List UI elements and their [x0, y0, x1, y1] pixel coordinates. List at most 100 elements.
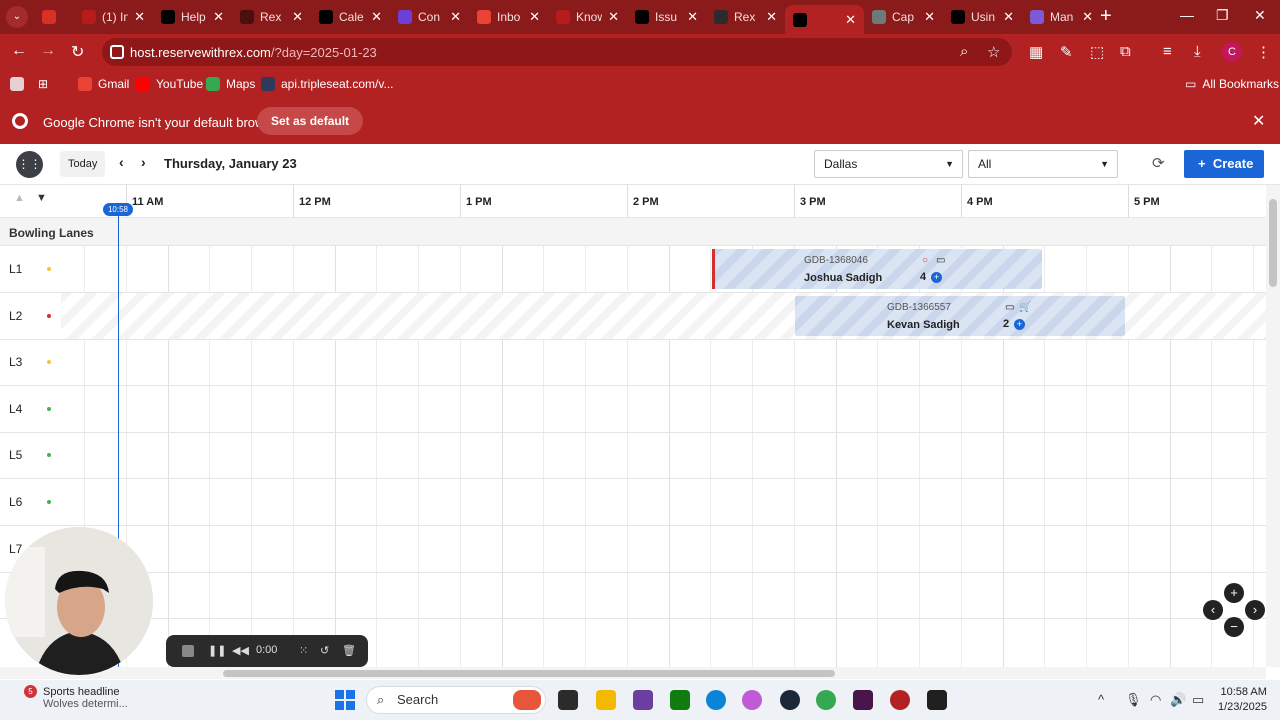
tray-chevron-icon[interactable]: ^ [1098, 692, 1104, 707]
collapse-down-icon[interactable]: ▼ [36, 192, 47, 204]
close-tab-icon[interactable]: ✕ [608, 9, 619, 25]
bookmark-item[interactable]: YouTube [136, 77, 203, 91]
browser-tab[interactable]: Help ✕ [153, 5, 232, 29]
file-explorer-icon[interactable] [596, 690, 616, 710]
lane-row[interactable]: L6 [0, 479, 1266, 526]
next-day-icon[interactable]: › [141, 154, 146, 170]
site-info-icon[interactable] [110, 45, 124, 59]
zoom-in-icon[interactable]: + [1224, 583, 1244, 603]
zoom-out-icon[interactable]: − [1224, 617, 1244, 637]
terminal-icon[interactable] [558, 690, 578, 710]
add-guest-icon[interactable]: + [1014, 318, 1025, 330]
steam-icon[interactable] [780, 690, 800, 710]
back-icon[interactable]: ← [11, 42, 27, 60]
today-button[interactable]: Today [60, 151, 106, 177]
bookmark-item[interactable]: Maps [206, 77, 255, 91]
close-infobar-icon[interactable]: ✕ [1252, 111, 1265, 131]
browser-tab[interactable]: Con ✕ [390, 5, 469, 29]
extensions-icon[interactable]: ⧉ [1120, 43, 1131, 60]
create-button[interactable]: + Create [1184, 150, 1264, 178]
chrome-icon[interactable] [816, 690, 836, 710]
bookmark-item[interactable]: api.tripleseat.com/v... [261, 77, 394, 91]
new-tab-button[interactable]: + [1100, 6, 1112, 26]
close-tab-icon[interactable]: ✕ [845, 12, 856, 28]
browser-tab[interactable]: ✕ [785, 5, 864, 34]
scroll-right-icon[interactable]: › [1245, 600, 1265, 620]
prev-day-icon[interactable]: ‹ [119, 154, 124, 170]
booking-card[interactable]: GDB-1366557 Kevan Sadigh 2 + ▭ 🛒 [795, 295, 1125, 336]
add-guest-icon[interactable]: + [931, 272, 942, 283]
browser-tab[interactable]: Rex ✕ [232, 5, 311, 29]
horizontal-scroll-thumb[interactable] [223, 670, 835, 677]
close-tab-icon[interactable]: ✕ [450, 9, 461, 25]
lane-row[interactable]: L7 [0, 526, 1266, 573]
volume-icon[interactable]: 🔊 [1170, 692, 1186, 708]
start-button[interactable] [335, 690, 355, 710]
close-tab-icon[interactable]: ✕ [766, 9, 777, 25]
close-tab-icon[interactable]: ✕ [134, 9, 145, 25]
browser-tab[interactable]: Know ✕ [548, 5, 627, 29]
stop-record-icon[interactable] [182, 645, 194, 657]
lane-row[interactable]: L3 [0, 339, 1266, 387]
set-default-button[interactable]: Set as default [257, 107, 364, 135]
screenshot-icon[interactable]: ⬚ [1090, 43, 1104, 61]
extension-grid-icon[interactable]: ▦ [1029, 43, 1043, 61]
edge-icon[interactable] [706, 690, 726, 710]
lane-row[interactable]: L4 [0, 386, 1266, 433]
lane-row[interactable]: L1 [0, 246, 1266, 293]
filter-select[interactable]: All ▼ [968, 150, 1118, 178]
vertical-scroll-thumb[interactable] [1269, 199, 1277, 287]
menu-kebab-icon[interactable]: ⋮ [1256, 43, 1271, 61]
restore-icon[interactable]: ❐ [1216, 7, 1229, 24]
refresh-icon[interactable]: ⟳ [1152, 154, 1165, 172]
slack-icon[interactable] [853, 690, 873, 710]
collapse-up-icon[interactable]: ▲ [14, 192, 25, 204]
app-icon[interactable] [927, 690, 947, 710]
reload-icon[interactable]: ↻ [71, 42, 84, 62]
address-bar[interactable]: host.reservewithrex.com/?day=2025-01-23 … [102, 38, 1012, 66]
vertical-scrollbar[interactable] [1266, 185, 1280, 667]
close-window-icon[interactable]: ✕ [1254, 7, 1266, 24]
lane-row[interactable]: L8 [0, 572, 1266, 620]
apps-menu-icon[interactable]: ⋮⋮ [16, 151, 43, 178]
download-icon[interactable]: ⤓ [1194, 43, 1201, 60]
bookmark-star-icon[interactable]: ☆ [987, 43, 1000, 61]
pause-icon[interactable]: ❚❚ [208, 644, 226, 657]
drag-handle-icon[interactable]: ⁙ [299, 644, 308, 657]
media-icon[interactable]: ≡ [1163, 43, 1172, 60]
system-clock[interactable]: 10:58 AM 1/23/2025 [1218, 685, 1267, 715]
restart-icon[interactable]: ↺ [320, 644, 329, 657]
bookmark-item[interactable]: Gmail [78, 77, 129, 91]
copilot-icon[interactable] [742, 690, 762, 710]
apps-grid-icon[interactable]: ⊞ [38, 77, 48, 91]
browser-tab[interactable]: Rex ✕ [706, 5, 785, 29]
taskbar-app-icon[interactable] [513, 690, 541, 710]
location-select[interactable]: Dallas ▼ [814, 150, 963, 178]
lane-row[interactable]: L5 [0, 432, 1266, 480]
close-tab-icon[interactable]: ✕ [1082, 9, 1093, 25]
profile-avatar[interactable]: C [1222, 42, 1242, 62]
browser-tab[interactable]: (1) In ✕ [74, 5, 153, 29]
news-widget[interactable]: 5 Sports headline Wolves determi... [18, 685, 128, 710]
close-tab-icon[interactable]: ✕ [292, 9, 303, 25]
close-tab-icon[interactable]: ✕ [1003, 9, 1014, 25]
rewind-icon[interactable]: ◀◀ [232, 644, 249, 657]
minimize-icon[interactable]: — [1180, 7, 1194, 23]
xbox-icon[interactable] [670, 690, 690, 710]
close-tab-icon[interactable]: ✕ [687, 9, 698, 25]
wifi-icon[interactable]: ◠ [1150, 692, 1161, 708]
chrome-profile-icon[interactable] [890, 690, 910, 710]
close-tab-icon[interactable]: ✕ [213, 9, 224, 25]
pen-icon[interactable]: ✎ [1060, 43, 1073, 61]
horizontal-scrollbar[interactable] [0, 667, 1266, 679]
forward-icon[interactable]: → [40, 42, 56, 60]
close-tab-icon[interactable]: ✕ [371, 9, 382, 25]
battery-icon[interactable]: ▭ [1192, 692, 1204, 708]
browser-tab[interactable]: Usin ✕ [943, 5, 1022, 29]
browser-tab[interactable]: Inbo ✕ [469, 5, 548, 29]
close-tab-icon[interactable]: ✕ [924, 9, 935, 25]
delete-icon[interactable]: 🗑 [342, 644, 356, 657]
close-tab-icon[interactable]: ✕ [529, 9, 540, 25]
browser-tab[interactable]: Cale ✕ [311, 5, 390, 29]
browser-tab[interactable]: Man ✕ [1022, 5, 1101, 29]
